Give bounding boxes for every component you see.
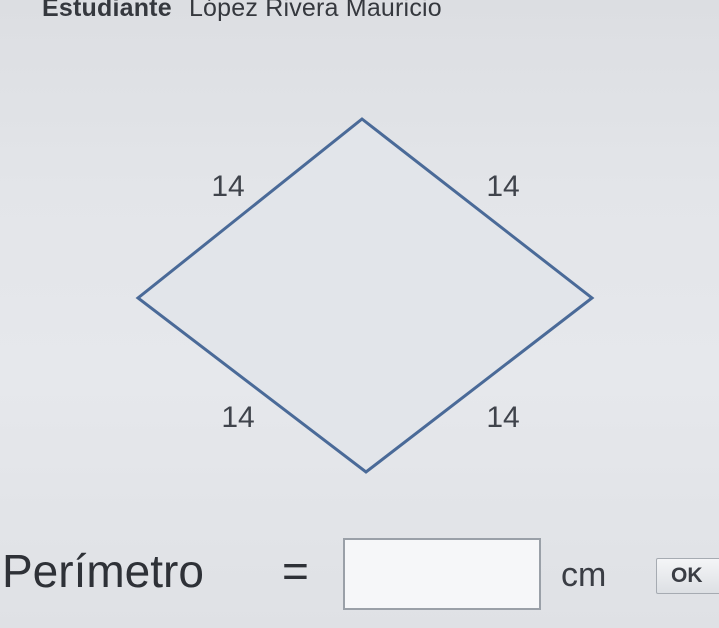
rhombus-figure: 14 14 14 14 [135,117,595,474]
perimeter-label: Perímetro [2,545,204,597]
side-label-bottom-right: 14 [486,401,519,434]
equals-sign: = [282,545,309,597]
perimeter-answer-input[interactable] [343,538,541,610]
answer-row: Perímetro = cm OK [0,530,719,620]
ok-button[interactable]: OK [656,558,719,594]
side-label-top-right: 14 [486,170,519,203]
unit-label: cm [561,556,607,594]
rhombus-shape [135,117,595,474]
side-label-top-left: 14 [211,170,244,203]
side-label-bottom-left: 14 [221,401,254,434]
